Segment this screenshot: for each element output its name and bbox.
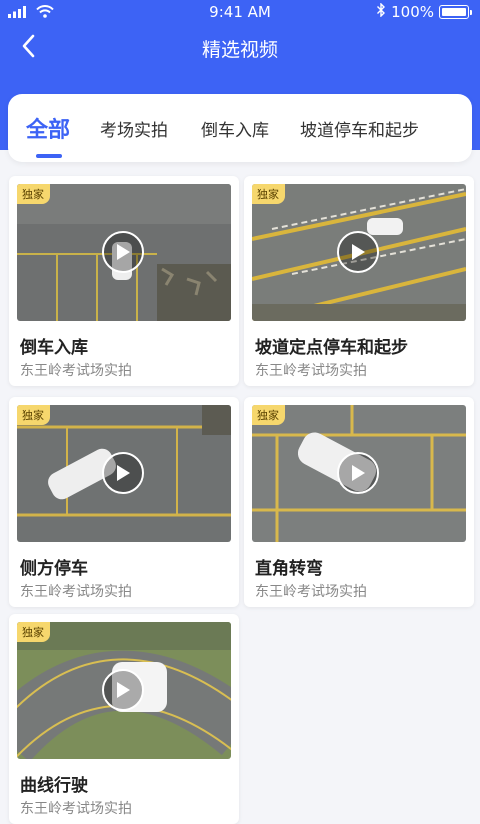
video-location: 东王岭考试场实拍 bbox=[20, 801, 132, 817]
play-button-icon[interactable] bbox=[337, 231, 379, 273]
video-title: 曲线行驶 bbox=[20, 776, 88, 796]
video-title: 直角转弯 bbox=[255, 559, 323, 579]
video-thumbnail: 独家 bbox=[252, 405, 466, 542]
play-button-icon[interactable] bbox=[102, 669, 144, 711]
video-location: 东王岭考试场实拍 bbox=[255, 363, 367, 379]
exclusive-badge: 独家 bbox=[252, 405, 285, 425]
video-card[interactable]: 独家 侧方停车 东王岭考试场实拍 bbox=[9, 397, 239, 607]
exclusive-badge: 独家 bbox=[17, 184, 50, 204]
video-thumbnail: 独家 bbox=[17, 184, 231, 321]
video-thumbnail: 独家 bbox=[17, 622, 231, 759]
video-title: 坡道定点停车和起步 bbox=[255, 338, 408, 358]
video-grid: 独家 倒车入库 东王岭考试场实拍 独家 坡道定点停车和起步 东王岭考试场实拍 独… bbox=[0, 0, 480, 824]
video-thumbnail: 独家 bbox=[17, 405, 231, 542]
exclusive-badge: 独家 bbox=[17, 405, 50, 425]
video-location: 东王岭考试场实拍 bbox=[20, 584, 132, 600]
video-card[interactable]: 独家 曲线行驶 东王岭考试场实拍 bbox=[9, 614, 239, 824]
video-thumbnail: 独家 bbox=[252, 184, 466, 321]
exclusive-badge: 独家 bbox=[252, 184, 285, 204]
play-button-icon[interactable] bbox=[337, 452, 379, 494]
video-card[interactable]: 独家 倒车入库 东王岭考试场实拍 bbox=[9, 176, 239, 386]
video-card[interactable]: 独家 直角转弯 东王岭考试场实拍 bbox=[244, 397, 474, 607]
play-button-icon[interactable] bbox=[102, 231, 144, 273]
play-button-icon[interactable] bbox=[102, 452, 144, 494]
video-title: 侧方停车 bbox=[20, 559, 88, 579]
video-card[interactable]: 独家 坡道定点停车和起步 东王岭考试场实拍 bbox=[244, 176, 474, 386]
video-title: 倒车入库 bbox=[20, 338, 88, 358]
exclusive-badge: 独家 bbox=[17, 622, 50, 642]
video-location: 东王岭考试场实拍 bbox=[255, 584, 367, 600]
video-location: 东王岭考试场实拍 bbox=[20, 363, 132, 379]
